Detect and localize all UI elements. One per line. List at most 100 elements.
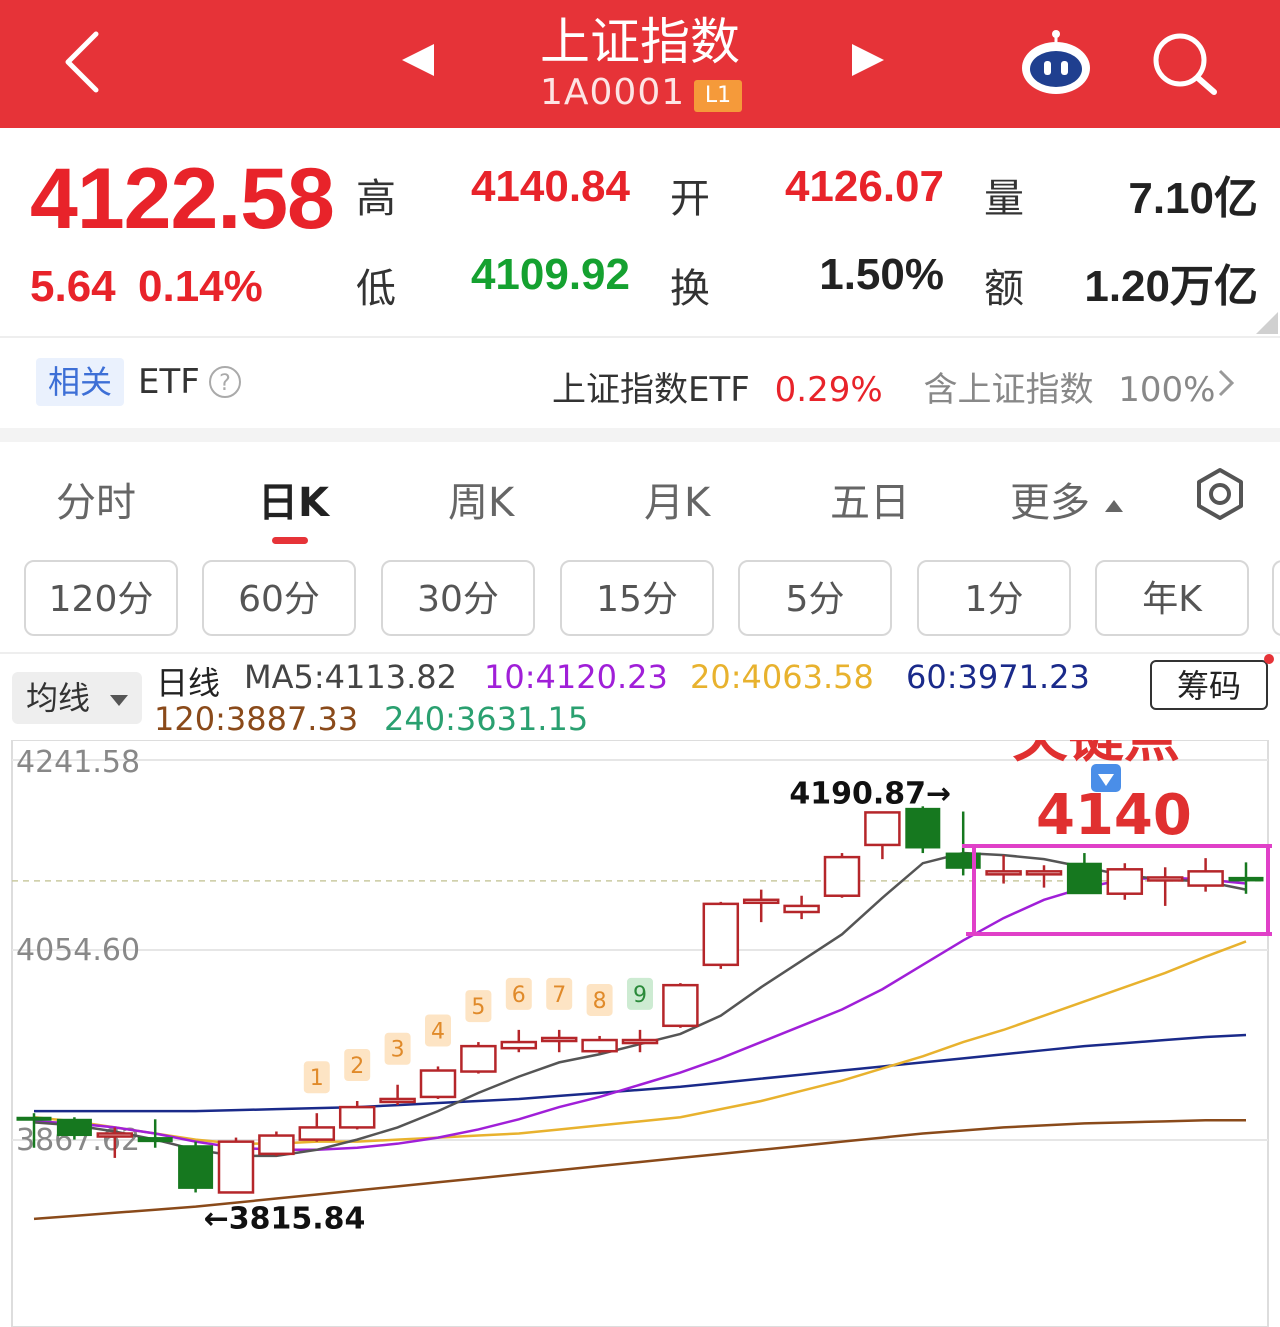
related-tag: 相关 xyxy=(36,358,124,406)
amount-value: 1.20万亿 xyxy=(1084,262,1258,311)
candle-body xyxy=(1146,876,1184,882)
etf-pct: 0.29% xyxy=(774,370,883,410)
etf-link[interactable]: 上证指数ETF 0.29% 含上证指数 100% xyxy=(552,362,1215,411)
candle-body xyxy=(137,1137,173,1143)
low-value: 4109.92 xyxy=(470,250,630,299)
legend-ma120: 120:3887.33 xyxy=(154,700,359,738)
candle-body xyxy=(581,1038,618,1053)
annotation-value: 4140 xyxy=(1036,783,1192,848)
legend-line-name: 日线 xyxy=(156,664,221,702)
min-price-label: ←3815.84 xyxy=(204,1202,366,1237)
td-count-label: 9 xyxy=(633,983,647,1008)
candle-body xyxy=(338,1105,376,1129)
expand-corner-icon[interactable] xyxy=(1256,312,1278,334)
tab-monthly-k[interactable]: 月K xyxy=(644,470,710,528)
period-30min[interactable]: 30分 xyxy=(381,560,535,636)
candle-body xyxy=(217,1140,255,1194)
period-divider xyxy=(0,652,1280,654)
settings-gear-icon[interactable] xyxy=(1192,466,1248,522)
legend-ma5: MA5:4113.82 xyxy=(244,658,457,696)
open-label: 开 xyxy=(670,176,710,222)
kline-chart[interactable]: 4241.584054.603867.621 2345 6 7 8 94190.87→←3… xyxy=(0,740,1280,1327)
period-120min[interactable]: 120分 xyxy=(24,560,178,636)
etf-name: 上证指数ETF xyxy=(552,370,750,410)
tab-five-day[interactable]: 五日 xyxy=(830,470,910,528)
ma-selector[interactable]: 均线 xyxy=(12,672,142,724)
turnover-value: 1.50% xyxy=(819,250,944,299)
candle-body xyxy=(662,983,699,1028)
volume-label: 量 xyxy=(984,176,1024,222)
candle-body xyxy=(1066,862,1102,895)
low-label: 低 xyxy=(356,266,396,312)
period-1min[interactable]: 1分 xyxy=(917,560,1071,636)
quote-divider xyxy=(0,336,1280,338)
candle-body xyxy=(783,904,820,914)
td-count-label: 5 xyxy=(471,995,485,1020)
etf-contain-text: 含上证指数 xyxy=(923,370,1094,410)
turnover-label: 换 xyxy=(670,266,710,312)
y-axis-tick-label: 4241.58 xyxy=(16,745,140,780)
notification-dot xyxy=(1264,654,1274,664)
y-axis-tick-label: 4054.60 xyxy=(16,933,140,968)
candle-body xyxy=(419,1069,457,1099)
chevron-right-icon[interactable] xyxy=(1216,368,1236,398)
max-price-label: 4190.87→ xyxy=(789,777,951,812)
candle-body xyxy=(702,902,740,967)
td-count-label: 3 xyxy=(391,1038,405,1063)
legend-ma240: 240:3631.15 xyxy=(384,700,589,738)
tab-more[interactable]: 更多 xyxy=(1010,470,1125,528)
candle-body xyxy=(1228,876,1264,882)
candle-body xyxy=(905,807,941,849)
ma-selector-label: 均线 xyxy=(26,679,91,717)
tab-more-label: 更多 xyxy=(1010,480,1090,526)
candle-body xyxy=(379,1097,416,1104)
candle-body xyxy=(540,1036,578,1043)
legend-ma60: 60:3971.23 xyxy=(906,658,1090,696)
app-header: 上证指数 1A0001 L1 xyxy=(0,0,1280,128)
open-value: 4126.07 xyxy=(784,162,944,211)
candle-body xyxy=(96,1132,134,1138)
candle-body xyxy=(178,1145,214,1189)
candle-body xyxy=(258,1134,295,1156)
candle-body xyxy=(1025,870,1063,876)
period-15min[interactable]: 15分 xyxy=(560,560,714,636)
high-label: 高 xyxy=(356,176,396,222)
candle-body xyxy=(16,1116,52,1121)
period-yearly-k[interactable]: 年K xyxy=(1095,560,1249,636)
stock-code: 1A0001 xyxy=(540,72,686,113)
td-count-label: 2 xyxy=(350,1054,364,1079)
candle-body xyxy=(823,855,861,897)
candle-body xyxy=(1106,868,1144,895)
candle-body xyxy=(460,1044,497,1073)
chip-distribution-button[interactable]: 筹码 xyxy=(1150,660,1268,710)
period-overflow xyxy=(1272,560,1280,636)
robot-assistant-icon[interactable] xyxy=(1018,28,1094,96)
high-value: 4140.84 xyxy=(470,162,630,211)
search-icon[interactable] xyxy=(1150,30,1220,96)
etf-label: ETF xyxy=(138,362,200,402)
candle-body xyxy=(56,1118,92,1137)
legend-ma20: 20:4063.58 xyxy=(690,658,874,696)
tab-weekly-k[interactable]: 周K xyxy=(448,470,514,528)
svg-text:?: ? xyxy=(219,371,231,396)
next-stock-icon[interactable] xyxy=(850,42,886,78)
period-60min[interactable]: 60分 xyxy=(202,560,356,636)
section-separator xyxy=(0,428,1280,442)
price-change: 5.64 xyxy=(30,262,116,311)
candle-body xyxy=(864,811,901,847)
volume-value: 7.10亿 xyxy=(1128,174,1258,223)
td-count-label: 1 xyxy=(310,1066,324,1091)
candle-body xyxy=(742,898,780,905)
period-5min[interactable]: 5分 xyxy=(738,560,892,636)
tab-intraday[interactable]: 分时 xyxy=(56,470,136,528)
td-count-label: 6 xyxy=(512,983,526,1008)
td-count-label: 7 xyxy=(552,983,566,1008)
etf-contain-pct: 100% xyxy=(1118,370,1216,410)
price-change-pct: 0.14% xyxy=(138,262,263,311)
dropdown-icon xyxy=(110,695,129,706)
active-tab-indicator xyxy=(272,537,308,544)
tab-daily-k[interactable]: 日K xyxy=(258,470,329,528)
help-icon[interactable]: ? xyxy=(208,365,242,399)
candle-body xyxy=(621,1038,659,1045)
candle-body xyxy=(985,870,1022,876)
